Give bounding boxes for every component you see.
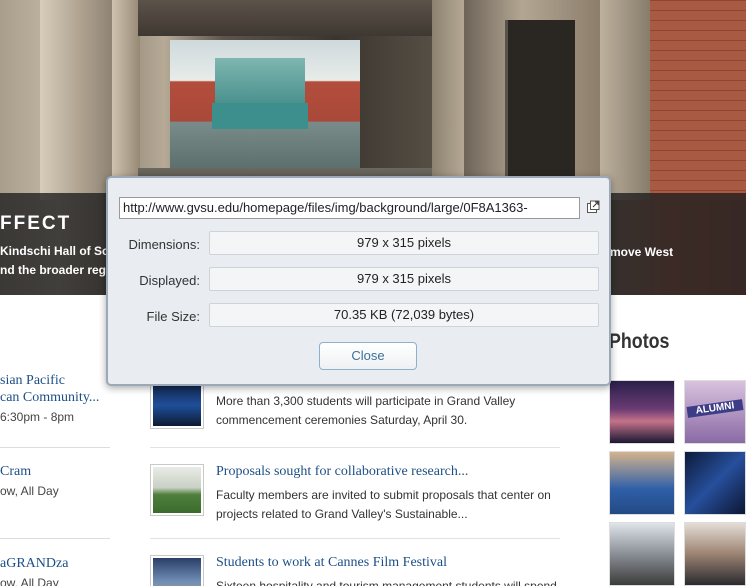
hero-caption-line-1: Kindschi Hall of Scie (0, 244, 119, 258)
event-divider (0, 538, 110, 539)
photo-thumbnail[interactable]: ALUMNI (684, 380, 746, 444)
photo-thumbnail[interactable] (684, 522, 746, 586)
photos-heading: Photos (609, 330, 670, 353)
dimensions-label: Dimensions: (128, 237, 200, 252)
event-divider (0, 447, 110, 448)
news-thumbnail[interactable] (150, 464, 204, 516)
news-summary: More than 3,300 students will participat… (216, 394, 516, 427)
hero-title: FFECT (0, 213, 72, 234)
event-time: ow, All Day (0, 484, 59, 498)
event-time: 6:30pm - 8pm (0, 410, 75, 424)
news-thumbnail[interactable] (150, 555, 204, 586)
event-title[interactable]: Cram (0, 463, 59, 480)
news-title[interactable]: Students to work at Cannes Film Festival (216, 555, 447, 571)
news-summary: Sixteen hospitality and tourism manageme… (216, 579, 557, 586)
news-divider (150, 447, 560, 448)
file-size-value: 70.35 KB (72,039 bytes) (209, 303, 599, 327)
photo-thumbnail[interactable] (609, 522, 675, 586)
file-size-label: File Size: (146, 309, 200, 324)
alumni-badge: ALUMNI (686, 399, 744, 418)
image-url-field[interactable]: http://www.gvsu.edu/homepage/files/img/b… (119, 197, 580, 219)
photo-thumbnail[interactable] (684, 451, 746, 515)
event-time: ow, All Day (0, 576, 59, 586)
event-title[interactable]: aGRANDza (0, 555, 68, 572)
event-title-cont[interactable]: can Community... (0, 389, 99, 406)
event-item[interactable]: sian Pacific can Community... 6:30pm - 8… (0, 372, 99, 425)
event-item[interactable]: aGRANDza ow, All Day (0, 555, 68, 586)
displayed-label: Displayed: (139, 273, 200, 288)
open-external-icon[interactable] (586, 200, 600, 214)
hero-caption-right: move West (610, 245, 674, 259)
image-info-dialog: http://www.gvsu.edu/homepage/files/img/b… (106, 176, 611, 386)
news-title[interactable]: Proposals sought for collaborative resea… (216, 464, 468, 480)
news-divider (150, 538, 560, 539)
displayed-value: 979 x 315 pixels (209, 267, 599, 291)
event-title[interactable]: sian Pacific (0, 372, 99, 389)
dimensions-value: 979 x 315 pixels (209, 231, 599, 255)
photo-thumbnail[interactable] (609, 380, 675, 444)
close-button[interactable]: Close (319, 342, 417, 370)
news-summary: Faculty members are invited to submit pr… (216, 488, 551, 521)
photo-thumbnail[interactable] (609, 451, 675, 515)
hero-caption-line-2: nd the broader regio (0, 263, 117, 277)
event-item[interactable]: Cram ow, All Day (0, 463, 59, 499)
